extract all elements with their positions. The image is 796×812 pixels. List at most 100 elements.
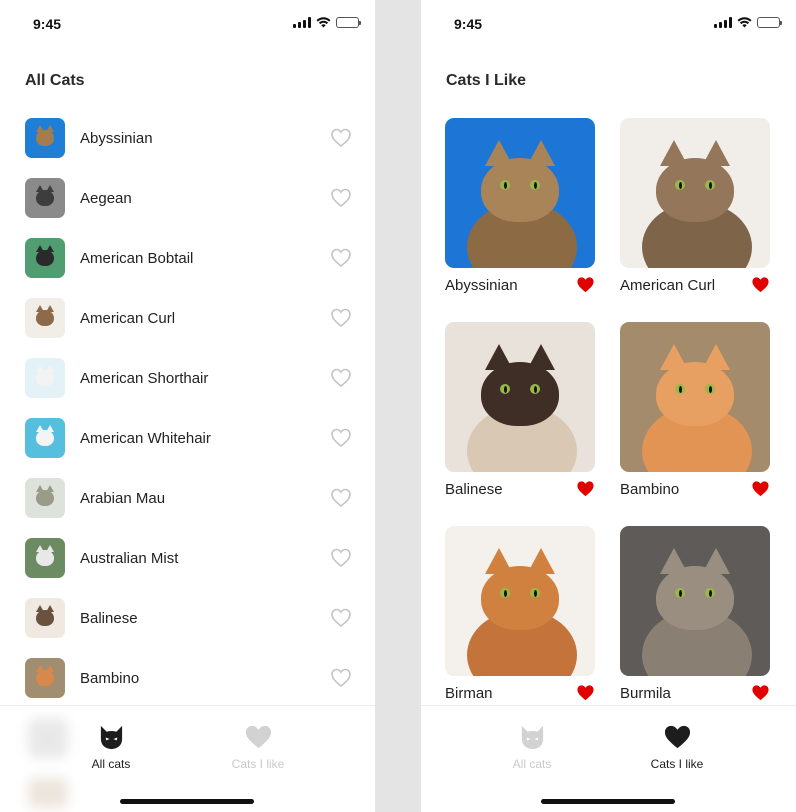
heart-filled-icon[interactable]	[751, 276, 770, 293]
cat-eye	[530, 180, 540, 190]
heart-outline-icon[interactable]	[331, 488, 351, 507]
heart-filled-icon[interactable]	[576, 480, 595, 497]
status-bar: 9:45	[0, 0, 375, 44]
cat-name: Abyssinian	[80, 129, 153, 147]
cat-name: American Whitehair	[80, 429, 211, 447]
cat-head	[36, 190, 54, 206]
cat-photo	[445, 118, 595, 268]
cat-photo	[445, 526, 595, 676]
liked-cat-card[interactable]: Balinese	[445, 322, 595, 502]
cat-name: American Shorthair	[80, 369, 209, 387]
cat-head	[36, 490, 54, 506]
cat-thumbnail	[25, 358, 65, 398]
heart-outline-icon[interactable]	[331, 308, 351, 327]
cat-name: Arabian Mau	[80, 489, 166, 507]
cat-name: American Curl	[80, 309, 176, 327]
cat-thumbnail	[25, 418, 65, 458]
list-item[interactable]: Arabian Mau	[0, 468, 375, 528]
cat-eye	[530, 384, 540, 394]
cat-photo	[620, 526, 770, 676]
cat-name: Bambino	[80, 669, 140, 687]
cat-thumbnail	[25, 118, 65, 158]
liked-cat-card[interactable]: American Curl	[620, 118, 770, 298]
page-title: All Cats	[25, 72, 85, 89]
heart-icon	[245, 725, 271, 749]
cat-head	[36, 670, 54, 686]
cat-thumbnail	[25, 238, 65, 278]
cat-head	[36, 250, 54, 266]
heart-filled-icon[interactable]	[751, 684, 770, 701]
cat-head-icon	[521, 725, 543, 750]
cat-thumbnail	[25, 598, 65, 638]
heart-outline-icon[interactable]	[331, 128, 351, 147]
tab-label: All cats	[91, 757, 131, 771]
tab-cats-i-like[interactable]: Cats I like	[617, 722, 737, 772]
list-item[interactable]: American Bobtail	[0, 228, 375, 288]
list-item[interactable]: Balinese	[0, 588, 375, 648]
heart-outline-icon[interactable]	[331, 368, 351, 387]
cat-head	[36, 310, 54, 326]
cat-eye	[675, 384, 685, 394]
cat-face	[481, 158, 559, 222]
page-title: Cats I Like	[446, 72, 527, 89]
cat-thumbnail	[25, 298, 65, 338]
heart-filled-icon[interactable]	[751, 480, 770, 497]
cat-thumbnail	[25, 658, 65, 698]
cat-face	[656, 158, 734, 222]
liked-cat-card[interactable]: Birman	[445, 526, 595, 706]
cellular-signal-icon	[293, 16, 311, 28]
cat-eye	[500, 180, 510, 190]
liked-cat-card[interactable]: Bambino	[620, 322, 770, 502]
list-item[interactable]: Australian Mist	[0, 528, 375, 588]
status-icons	[293, 15, 361, 29]
list-item[interactable]: American Curl	[0, 288, 375, 348]
wifi-icon	[316, 16, 331, 27]
cat-eye	[705, 384, 715, 394]
liked-cat-card[interactable]: Abyssinian	[445, 118, 595, 298]
tab-label: Cats I like	[231, 757, 285, 771]
cat-name: Bambino	[620, 481, 680, 498]
home-indicator[interactable]	[541, 799, 675, 804]
heart-outline-icon[interactable]	[331, 188, 351, 207]
tab-label: Cats I like	[650, 757, 704, 771]
liked-cat-card[interactable]: Burmila	[620, 526, 770, 706]
cat-thumbnail	[25, 178, 65, 218]
heart-outline-icon[interactable]	[331, 548, 351, 567]
cat-head	[36, 430, 54, 446]
heart-filled-icon[interactable]	[576, 684, 595, 701]
list-item[interactable]: Aegean	[0, 168, 375, 228]
cat-eye	[500, 384, 510, 394]
cats-i-like-screen: 9:45 Cats I Like Abyssinian American Curl…	[421, 0, 796, 812]
cat-name: Balinese	[445, 481, 503, 498]
wifi-icon	[737, 16, 752, 27]
cat-eye	[705, 588, 715, 598]
cat-face	[481, 566, 559, 630]
cat-name: Aegean	[80, 189, 132, 207]
status-time: 9:45	[454, 16, 483, 32]
cat-eye	[530, 588, 540, 598]
status-time: 9:45	[33, 16, 62, 32]
tab-cats-i-like[interactable]: Cats I like	[198, 722, 318, 772]
cat-photo	[620, 322, 770, 472]
home-indicator[interactable]	[120, 799, 254, 804]
tab-bar: All cats Cats I like	[0, 705, 375, 812]
list-item[interactable]: American Shorthair	[0, 348, 375, 408]
tab-all-cats[interactable]: All cats	[472, 722, 592, 772]
heart-filled-icon[interactable]	[576, 276, 595, 293]
list-item[interactable]: Abyssinian	[0, 108, 375, 168]
cat-photo	[620, 118, 770, 268]
tab-all-cats[interactable]: All cats	[51, 722, 171, 772]
battery-icon	[757, 16, 782, 28]
heart-outline-icon[interactable]	[331, 668, 351, 687]
heart-icon	[664, 725, 690, 749]
cat-head-icon	[100, 725, 122, 750]
cat-face	[656, 566, 734, 630]
cat-thumbnail	[25, 478, 65, 518]
list-item[interactable]: Bambino	[0, 648, 375, 708]
tab-bar: All cats Cats I like	[421, 705, 796, 812]
heart-outline-icon[interactable]	[331, 608, 351, 627]
heart-outline-icon[interactable]	[331, 248, 351, 267]
heart-outline-icon[interactable]	[331, 428, 351, 447]
cat-eye	[675, 180, 685, 190]
list-item[interactable]: American Whitehair	[0, 408, 375, 468]
